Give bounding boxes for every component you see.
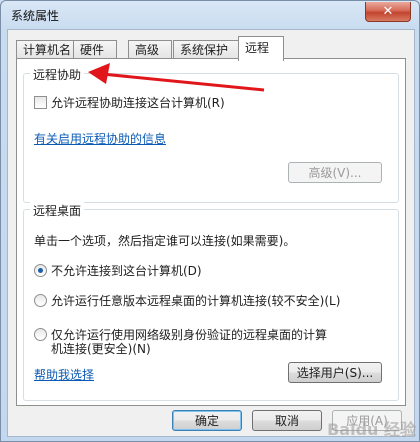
system-properties-window: 系统属性 ✕ 计算机名 硬件 高级 系统保护 远程 远程协助 允许远程协助连接这…: [0, 0, 420, 442]
tab-hardware[interactable]: 硬件: [73, 40, 117, 59]
radio-dont-allow[interactable]: [34, 264, 47, 277]
remote-desktop-instruction: 单击一个选项，然后指定谁可以连接(如果需要)。: [34, 234, 296, 248]
remote-assistance-group: 远程协助 允许远程协助连接这台计算机(R) 有关启用远程协助的信息 高级(V).…: [23, 66, 399, 203]
allow-remote-assistance-label[interactable]: 允许远程协助连接这台计算机(R): [51, 94, 225, 111]
select-users-button[interactable]: 选择用户(S)...: [288, 362, 382, 383]
tab-advanced[interactable]: 高级: [128, 40, 172, 59]
remote-desktop-group: 远程桌面 单击一个选项，然后指定谁可以连接(如果需要)。 不允许连接到这台计算机…: [23, 202, 399, 401]
advanced-button[interactable]: 高级(V)...: [288, 162, 382, 183]
ok-button[interactable]: 确定: [172, 410, 242, 431]
radio-allow-any-version[interactable]: [34, 294, 47, 307]
radio-allow-nla-only-label-line2[interactable]: 机连接(更安全)(N): [51, 340, 151, 357]
remote-tab-panel: 远程协助 允许远程协助连接这台计算机(R) 有关启用远程协助的信息 高级(V).…: [16, 58, 406, 406]
remote-assistance-info-link[interactable]: 有关启用远程协助的信息: [34, 130, 166, 147]
tab-computer-name[interactable]: 计算机名: [16, 40, 74, 59]
close-button[interactable]: ✕: [365, 2, 411, 22]
remote-desktop-label: 远程桌面: [30, 202, 85, 219]
radio-allow-any-version-label[interactable]: 允许运行任意版本远程桌面的计算机连接(较不安全)(L): [51, 292, 340, 309]
window-title: 系统属性: [11, 9, 60, 23]
dialog-client-area: 计算机名 硬件 高级 系统保护 远程 远程协助 允许远程协助连接这台计算机(R)…: [7, 29, 415, 437]
close-icon: ✕: [382, 4, 394, 19]
radio-dont-allow-label[interactable]: 不允许连接到这台计算机(D): [51, 262, 202, 279]
help-me-choose-link[interactable]: 帮助我选择: [34, 366, 94, 383]
tab-remote[interactable]: 远程: [238, 36, 284, 61]
radio-allow-nla-only[interactable]: [34, 328, 47, 341]
allow-remote-assistance-checkbox[interactable]: [34, 96, 47, 109]
watermark: Baidu 经验: [327, 420, 416, 439]
cancel-button[interactable]: 取消: [252, 410, 322, 431]
remote-assistance-label: 远程协助: [30, 66, 85, 83]
tab-system-protection[interactable]: 系统保护: [173, 40, 241, 59]
